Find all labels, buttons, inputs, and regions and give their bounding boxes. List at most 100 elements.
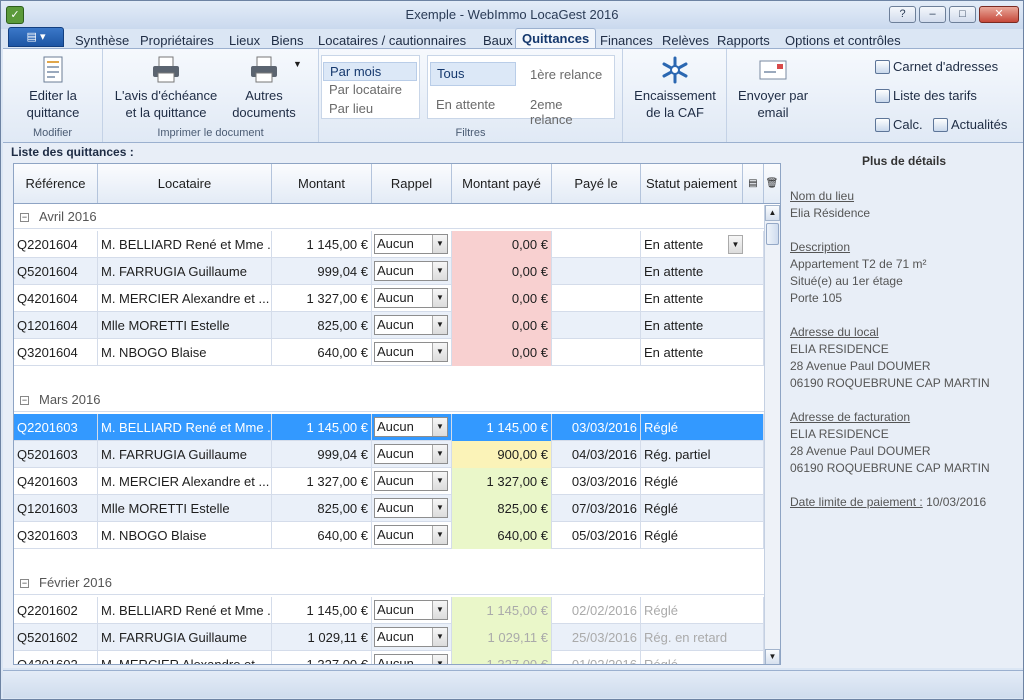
table-row[interactable]: Q2201603 M. BELLIARD René et Mme ... 1 145…	[14, 414, 764, 441]
amount-paid-cell[interactable]: 1 145,00 €	[452, 597, 552, 624]
amount-paid-cell[interactable]: 0,00 €	[452, 339, 552, 366]
caf-collection-button[interactable]: Encaissement de la CAF	[631, 55, 719, 121]
table-row[interactable]: Q1201604 Mlle MORETTI Estelle 825,00 € Aucu…	[14, 312, 764, 339]
reminder-dropdown[interactable]: Aucun ▼	[374, 342, 448, 362]
tenant-cell[interactable]: M. BELLIARD René et Mme ...	[98, 231, 272, 258]
reference-cell[interactable]: Q2201604	[14, 231, 98, 258]
tab-rapports[interactable]: Rapports	[717, 33, 770, 48]
news-button[interactable]: Actualités	[933, 117, 1007, 132]
collapse-icon[interactable]: −	[20, 213, 29, 223]
tenant-cell[interactable]: M. MERCIER Alexandre et ...	[98, 468, 272, 495]
status-cell[interactable]: En attente	[641, 258, 764, 285]
table-row[interactable]: Q3201604 M. NBOGO Blaise 640,00 € Aucun ▼ 0,0…	[14, 339, 764, 366]
delete-icon[interactable]: 🗑	[764, 164, 780, 203]
amount-paid-cell[interactable]: 1 327,00 €	[452, 651, 552, 664]
tab-options[interactable]: Options et contrôles	[785, 33, 901, 48]
tenant-cell[interactable]: M. BELLIARD René et Mme ...	[98, 414, 272, 441]
paid-on-cell[interactable]	[552, 312, 641, 339]
tenant-cell[interactable]: M. MERCIER Alexandre et ...	[98, 651, 272, 664]
tenant-cell[interactable]: M. NBOGO Blaise	[98, 522, 272, 549]
collapse-icon[interactable]: −	[20, 396, 29, 406]
scroll-down-icon[interactable]: ▼	[765, 649, 780, 664]
address-book-button[interactable]: Carnet d'adresses	[875, 59, 998, 74]
paid-on-cell[interactable]	[552, 231, 641, 258]
reference-cell[interactable]: Q2201602	[14, 597, 98, 624]
status-cell[interactable]: En attente	[641, 339, 764, 366]
reminder-dropdown[interactable]: Aucun ▼	[374, 234, 448, 254]
chevron-down-icon[interactable]: ▼	[432, 418, 447, 436]
reference-cell[interactable]: Q5201602	[14, 624, 98, 651]
reference-cell[interactable]: Q4201604	[14, 285, 98, 312]
tenant-cell[interactable]: M. FARRUGIA Guillaume	[98, 624, 272, 651]
table-row[interactable]: Q5201604 M. FARRUGIA Guillaume 999,04 € Auc…	[14, 258, 764, 285]
app-menu-button[interactable]: ▤ ▾	[8, 27, 64, 47]
reference-cell[interactable]: Q5201603	[14, 441, 98, 468]
reminder-dropdown[interactable]: Aucun ▼	[374, 525, 448, 545]
status-cell[interactable]: Réglé	[641, 651, 764, 664]
status-cell[interactable]: Rég. partiel	[641, 441, 764, 468]
column-header-amount[interactable]: Montant	[272, 164, 372, 203]
paid-on-cell[interactable]: 07/03/2016	[552, 495, 641, 522]
vertical-scrollbar[interactable]: ▲ ▼	[764, 205, 780, 664]
reminder-dropdown[interactable]: Aucun ▼	[374, 315, 448, 335]
scroll-up-icon[interactable]: ▲	[765, 205, 780, 221]
minimize-button[interactable]: –	[919, 6, 946, 23]
chevron-down-icon[interactable]: ▼	[293, 59, 302, 69]
reference-cell[interactable]: Q2201603	[14, 414, 98, 441]
group-row[interactable]: − Avril 2016	[14, 205, 764, 229]
amount-cell[interactable]: 825,00 €	[272, 312, 372, 339]
status-cell[interactable]: En attente	[641, 312, 764, 339]
table-row[interactable]: Q2201602 M. BELLIARD René et Mme ... 1 145…	[14, 597, 764, 624]
filter-by-place[interactable]: Par lieu	[323, 100, 379, 117]
close-button[interactable]: ✕	[979, 6, 1019, 23]
paid-on-cell[interactable]: 03/03/2016	[552, 468, 641, 495]
reminder-dropdown[interactable]: Aucun ▼	[374, 498, 448, 518]
reminder-dropdown[interactable]: Aucun ▼	[374, 471, 448, 491]
status-cell[interactable]: Réglé	[641, 495, 764, 522]
column-header-status[interactable]: Statut paiement	[641, 164, 743, 203]
chevron-down-icon[interactable]: ▼	[432, 289, 447, 307]
status-cell[interactable]: Rég. en retard	[641, 624, 764, 651]
chevron-down-icon[interactable]: ▼	[432, 499, 447, 517]
table-row[interactable]: Q4201603 M. MERCIER Alexandre et ... 1 327…	[14, 468, 764, 495]
chevron-down-icon[interactable]: ▼	[432, 235, 447, 253]
print-notice-button[interactable]: L'avis d'échéance et la quittance	[109, 55, 223, 121]
amount-paid-cell[interactable]: 1 327,00 €	[452, 468, 552, 495]
reference-cell[interactable]: Q3201603	[14, 522, 98, 549]
tab-synthese[interactable]: Synthèse	[75, 33, 129, 48]
tab-releves[interactable]: Relèves	[662, 33, 709, 48]
status-cell[interactable]: Réglé	[641, 468, 764, 495]
filter-by-tenant[interactable]: Par locataire	[323, 81, 408, 98]
chevron-down-icon[interactable]: ▼	[432, 628, 447, 646]
tab-biens[interactable]: Biens	[271, 33, 304, 48]
amount-cell[interactable]: 825,00 €	[272, 495, 372, 522]
amount-cell[interactable]: 640,00 €	[272, 339, 372, 366]
tenant-cell[interactable]: Mlle MORETTI Estelle	[98, 312, 272, 339]
paid-on-cell[interactable]: 01/02/2016	[552, 651, 641, 664]
chevron-down-icon[interactable]: ▼	[432, 262, 447, 280]
paid-on-cell[interactable]	[552, 339, 641, 366]
tenant-cell[interactable]: M. BELLIARD René et Mme ...	[98, 597, 272, 624]
tab-quittances[interactable]: Quittances	[515, 28, 597, 50]
reference-cell[interactable]: Q1201603	[14, 495, 98, 522]
filter-first-reminder[interactable]: 1ère relance	[524, 66, 608, 83]
paid-on-cell[interactable]: 02/02/2016	[552, 597, 641, 624]
reference-cell[interactable]: Q5201604	[14, 258, 98, 285]
tab-baux[interactable]: Baux	[483, 33, 513, 48]
reminder-dropdown[interactable]: Aucun ▼	[374, 654, 448, 664]
app-logo-icon[interactable]: ✓	[6, 6, 24, 24]
column-header-reference[interactable]: Référence	[14, 164, 98, 203]
column-chooser-icon[interactable]: ▤	[743, 164, 764, 203]
amount-paid-cell[interactable]: 0,00 €	[452, 285, 552, 312]
tenant-cell[interactable]: M. MERCIER Alexandre et ...	[98, 285, 272, 312]
amount-paid-cell[interactable]: 900,00 €	[452, 441, 552, 468]
amount-cell[interactable]: 1 145,00 €	[272, 414, 372, 441]
help-button[interactable]: ?	[889, 6, 916, 23]
status-dropdown-icon[interactable]: ▼	[728, 235, 743, 254]
status-cell[interactable]: En attente	[641, 285, 764, 312]
reference-cell[interactable]: Q4201602	[14, 651, 98, 664]
collapse-icon[interactable]: −	[20, 579, 29, 589]
table-row[interactable]: Q4201604 M. MERCIER Alexandre et ... 1 327…	[14, 285, 764, 312]
send-email-button[interactable]: Envoyer par email	[733, 55, 813, 121]
amount-paid-cell[interactable]: 0,00 €	[452, 312, 552, 339]
